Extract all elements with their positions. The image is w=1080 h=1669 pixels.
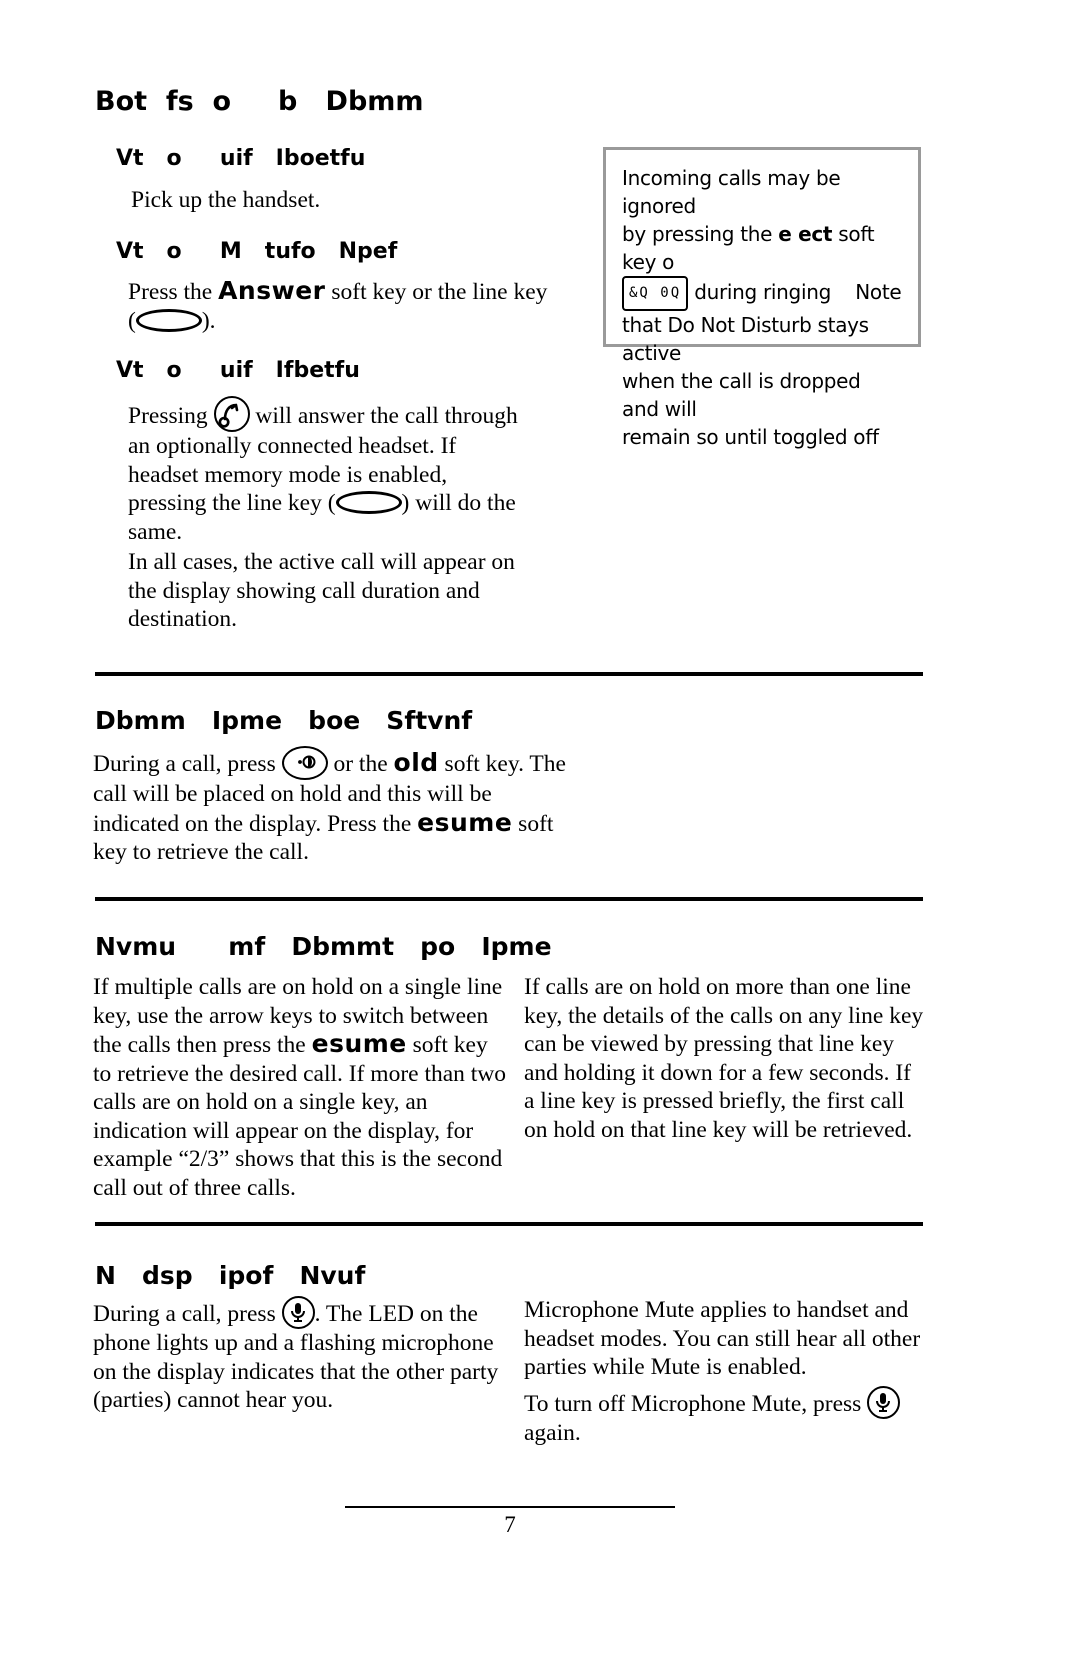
paragraph-multiple-calls-left: If multiple calls are on hold on a singl… [93, 973, 511, 1202]
hold-key-icon [281, 746, 328, 780]
text-mute-pre: During a call, press [93, 1301, 282, 1327]
softkey-answer-label: Answer [218, 276, 326, 305]
line-key-icon [135, 308, 202, 332]
paragraph-use-listen-mode: Press the Answer soft key or the line ke… [128, 276, 598, 335]
note-line-1: Incoming calls may be ignored [622, 166, 841, 218]
paragraph-multiple-calls-right: If calls are on hold on more than one li… [524, 974, 924, 1143]
note-line-3-mid: during ringing [688, 280, 831, 304]
text-open-paren: ( [128, 307, 136, 334]
text-or-the: or the [327, 751, 394, 777]
text-soft-key-or-line-key: soft key or the line key [325, 279, 548, 305]
subheading-use-headset: Vt o uif Ifbetfu [116, 358, 360, 383]
note-line-3-end: Note [855, 280, 902, 304]
text-press-the: Press the [128, 279, 219, 305]
section-divider-1 [95, 672, 923, 676]
note-box: Incoming calls may be ignored by pressin… [603, 147, 921, 449]
softkey-resume-label: esume [417, 807, 513, 837]
paragraph-microphone-mute-right-2: To turn off Microphone Mute, press again… [524, 1386, 924, 1448]
note-softkey-reject: e ect [778, 222, 833, 246]
note-line-6: remain so until toggled off [622, 425, 879, 449]
note-line-2-pre: by pressing the [622, 222, 779, 246]
text-during-call-press: During a call, press [93, 751, 282, 777]
section-heading-microphone-mute: N dsp ipof Nvuf [95, 1261, 366, 1290]
note-box-content: Incoming calls may be ignored by pressin… [606, 150, 918, 465]
paragraph-call-hold-resume: During a call, press or the old soft key… [93, 746, 568, 867]
text-pressing: Pressing [128, 403, 214, 429]
mute-key-icon-2 [867, 1386, 901, 1419]
document-page: Bot fs o b Dbmm Vt o uif Iboetfu Pick up… [0, 0, 1080, 1669]
paragraph-use-headset: Pressing will answer the call through an… [128, 396, 528, 546]
softkey-resume-label-2: esume [311, 1029, 407, 1058]
section-divider-3 [95, 1222, 923, 1226]
paragraph-microphone-mute-right-1: Microphone Mute applies to handset and h… [524, 1297, 921, 1380]
paragraph-use-handset: Pick up the handset. [131, 187, 321, 213]
subheading-use-handset: Vt o uif Iboetfu [116, 146, 366, 171]
headset-key-icon [213, 396, 250, 432]
text-turn-off-mute-pre: To turn off Microphone Mute, press [524, 1391, 868, 1417]
subheading-use-listen-mode: Vt o M tufo Npef [116, 239, 398, 264]
line-key-icon-2 [335, 491, 402, 514]
text-turn-off-mute-post: again. [524, 1420, 581, 1446]
paragraph-microphone-mute-left: During a call, press . The LED on the ph… [93, 1296, 513, 1415]
text-close-paren-period: ). [201, 307, 216, 334]
note-line-5: when the call is dropped and will [622, 369, 861, 421]
softkey-hold-label: old [393, 748, 439, 777]
paragraph-active-call-display: In all cases, the active call will appea… [128, 549, 515, 632]
page-number: 7 [504, 1512, 516, 1537]
note-lcd-key-icon: &Q 0Q [622, 276, 689, 311]
footer-divider [345, 1506, 675, 1508]
note-line-4: that Do Not Disturb stays active [622, 313, 869, 365]
section-heading-multiple-calls-on-hold: Nvmu mf Dbmmt po Ipme [95, 932, 552, 961]
section-heading-answer-call: Bot fs o b Dbmm [95, 86, 424, 117]
section-heading-call-hold-resume: Dbmm Ipme boe Sftvnf [95, 706, 473, 735]
section-divider-2 [95, 897, 923, 901]
mute-key-icon [281, 1296, 315, 1329]
